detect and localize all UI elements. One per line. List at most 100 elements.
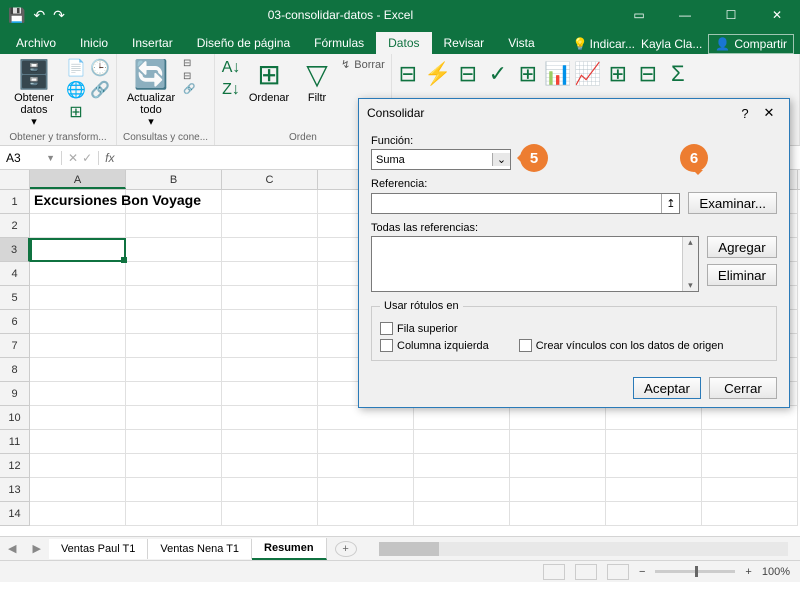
filtro-button[interactable]: ▽Filtr [297,58,337,104]
referencia-input[interactable]: ↥ [371,193,680,214]
cell[interactable] [222,190,318,214]
from-web-icon[interactable]: 🌐 [66,80,86,100]
vinculos-checkbox[interactable] [519,339,532,352]
cerrar-button[interactable]: Cerrar [709,377,777,399]
row-header-14[interactable]: 14 [0,502,30,526]
funcion-select[interactable]: Suma ⌄ [371,149,511,170]
cell[interactable] [126,478,222,502]
cell[interactable] [606,406,702,430]
cell[interactable] [222,430,318,454]
cell[interactable] [126,382,222,406]
row-header-9[interactable]: 9 [0,382,30,406]
cell[interactable] [318,478,414,502]
maximize-icon[interactable]: ☐ [708,0,754,30]
cell[interactable] [414,406,510,430]
page-layout-view-icon[interactable] [575,564,597,580]
zoom-level[interactable]: 100% [762,566,790,578]
agregar-button[interactable]: Agregar [707,236,777,258]
horizontal-scrollbar[interactable] [379,542,788,556]
row-header-13[interactable]: 13 [0,478,30,502]
subtotal-icon[interactable]: Σ [668,64,688,84]
cell[interactable] [318,502,414,526]
whatif-icon[interactable]: 📊 [548,64,568,84]
cell[interactable] [414,502,510,526]
cell[interactable] [318,430,414,454]
cell[interactable] [126,334,222,358]
referencias-list[interactable]: ▴▾ [371,236,699,292]
sheet-nav-next-icon[interactable]: ▶ [24,542,48,555]
cell[interactable] [222,406,318,430]
enter-formula-icon[interactable]: ✓ [82,151,92,165]
sheet-nav-prev-icon[interactable]: ◀ [0,542,24,555]
cell[interactable] [126,406,222,430]
cell[interactable] [30,406,126,430]
cell[interactable] [222,214,318,238]
tab-formulas[interactable]: Fórmulas [302,32,376,54]
cell[interactable] [222,358,318,382]
col-header-A[interactable]: A [30,170,126,189]
share-button[interactable]: 👤Compartir [708,34,794,54]
cell[interactable] [510,478,606,502]
queries-icon[interactable]: ⊟ [183,58,195,69]
ordenar-button[interactable]: ⊞Ordenar [245,58,293,104]
minimize-icon[interactable]: — [662,0,708,30]
tab-vista[interactable]: Vista [496,32,546,54]
cell[interactable] [510,430,606,454]
sheet-tab-3[interactable]: Resumen [252,538,327,560]
examinar-button[interactable]: Examinar... [688,192,777,214]
dialog-help-icon[interactable]: ? [733,106,757,121]
cell[interactable] [606,502,702,526]
cell[interactable] [702,478,798,502]
remove-dup-icon[interactable]: ⊟ [458,64,478,84]
cell[interactable] [126,214,222,238]
row-header-4[interactable]: 4 [0,262,30,286]
cell[interactable] [30,454,126,478]
consolidate-icon[interactable]: ⊞ [518,64,538,84]
row-header-12[interactable]: 12 [0,454,30,478]
data-val-icon[interactable]: ✓ [488,64,508,84]
cell[interactable] [702,430,798,454]
cell[interactable] [30,310,126,334]
user-name[interactable]: Kayla Cla... [641,37,702,51]
close-icon[interactable]: ✕ [754,0,800,30]
cell[interactable] [510,406,606,430]
cell[interactable] [30,502,126,526]
cell[interactable] [30,478,126,502]
cell[interactable] [30,358,126,382]
cell[interactable] [126,430,222,454]
row-header-7[interactable]: 7 [0,334,30,358]
cell[interactable] [30,238,126,262]
cell[interactable] [222,454,318,478]
cell[interactable] [222,502,318,526]
aceptar-button[interactable]: Aceptar [633,377,701,399]
forecast-icon[interactable]: 📈 [578,64,598,84]
cell[interactable] [126,358,222,382]
cell[interactable] [126,262,222,286]
cell[interactable] [126,286,222,310]
cell[interactable] [30,262,126,286]
cell[interactable] [30,286,126,310]
cell[interactable] [318,454,414,478]
columna-izquierda-checkbox[interactable] [380,339,393,352]
fx-icon[interactable]: fx [99,151,120,165]
cell[interactable] [414,430,510,454]
range-select-icon[interactable]: ↥ [661,194,679,213]
cell[interactable] [30,382,126,406]
cell[interactable] [702,406,798,430]
redo-icon[interactable]: ↷ [53,7,65,24]
normal-view-icon[interactable] [543,564,565,580]
tab-inicio[interactable]: Inicio [68,32,120,54]
undo-icon[interactable]: ↶ [33,7,45,24]
zoom-in-icon[interactable]: + [745,566,751,578]
tab-datos[interactable]: Datos [376,32,431,54]
tab-insertar[interactable]: Insertar [120,32,185,54]
cell[interactable] [510,454,606,478]
cell[interactable] [126,238,222,262]
cell[interactable] [414,478,510,502]
cell[interactable] [414,454,510,478]
cell[interactable] [702,454,798,478]
cell[interactable] [222,334,318,358]
text-to-cols-icon[interactable]: ⊟ [398,64,418,84]
cancel-formula-icon[interactable]: ✕ [68,151,78,165]
row-header-1[interactable]: 1 [0,190,30,214]
